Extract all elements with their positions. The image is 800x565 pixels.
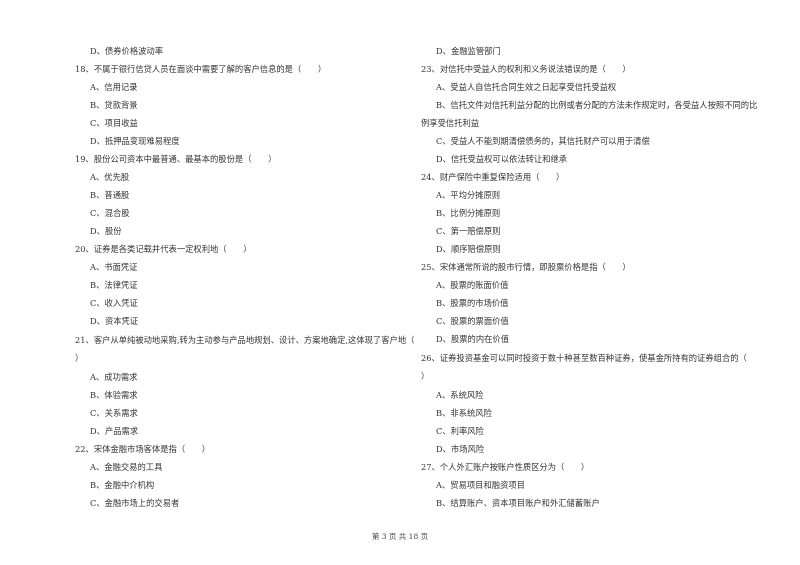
answer-option: A、平均分摊原则 — [436, 190, 501, 200]
answer-option: B、结算账户、资本项目账户和外汇储蓄账户 — [436, 498, 600, 508]
question-text: 27、个人外汇账户按账户性质区分为（ ） — [421, 462, 590, 472]
answer-option: C、混合股 — [90, 208, 130, 218]
answer-option: B、股票的市场价值 — [436, 298, 509, 308]
answer-option: B、非系统风险 — [436, 408, 492, 418]
answer-option: A、股票的账面价值 — [436, 280, 509, 290]
answer-option: B、信托文件对信托利益分配的比例或者分配的方法未作规定时，各受益人按照不同的比 — [436, 100, 758, 110]
answer-option: A、受益人自信托合同生效之日起享受信托受益权 — [436, 82, 617, 92]
question-text: 22、宋体金融市场客体是指（ ） — [75, 444, 211, 454]
answer-option: A、信用记录 — [90, 82, 138, 92]
answer-option: C、受益人不能到期清偿债务的，其信托财产可以用于清偿 — [436, 136, 650, 146]
answer-option: B、普通股 — [90, 190, 130, 200]
answer-option: D、抵押品变现难易程度 — [90, 136, 180, 146]
question-text: 26、证券投资基金可以同时投资于数十种甚至数百种证券，使基金所持有的证券组合的（ — [421, 353, 747, 363]
answer-option: B、贷款背景 — [90, 100, 138, 110]
answer-option: A、成功需求 — [90, 372, 138, 382]
answer-option: B、金融中介机构 — [90, 480, 155, 490]
answer-option: C、金融市场上的交易者 — [90, 498, 180, 508]
answer-option: D、产品需求 — [90, 426, 139, 436]
answer-option: D、顺序赔偿原则 — [436, 244, 501, 254]
question-text-continuation: 例享受信托利益 — [421, 118, 480, 128]
question-text: 18、不属于银行信贷人员在面谈中需要了解的客户信息的是（ ） — [75, 64, 327, 74]
answer-option: C、项目收益 — [90, 118, 138, 128]
question-text: 23、对信托中受益人的权利和义务说法错误的是（ ） — [421, 64, 631, 74]
question-text-continuation: ） — [421, 371, 430, 381]
answer-option: A、优先股 — [90, 172, 130, 182]
answer-option: D、资本凭证 — [90, 316, 139, 326]
answer-option: D、股票的内在价值 — [436, 334, 510, 344]
answer-option: A、系统风险 — [436, 390, 484, 400]
answer-option: A、金融交易的工具 — [90, 462, 163, 472]
question-text: 25、宋体通常所说的股市行情，即股票价格是指（ ） — [421, 262, 631, 272]
answer-option: D、金融监管部门 — [436, 46, 501, 56]
answer-option: D、股份 — [90, 226, 122, 236]
answer-option: C、关系需求 — [90, 408, 138, 418]
question-text: 21、客户从单纯被动地采购,转为主动参与产品地规划、设计、方案地确定,这体现了客… — [75, 335, 415, 345]
answer-option: C、股票的票面价值 — [436, 316, 509, 326]
answer-option: C、利率风险 — [436, 426, 484, 436]
question-text: 20、证券是各类记载并代表一定权利地（ ） — [75, 244, 252, 254]
answer-option: B、比例分摊原则 — [436, 208, 501, 218]
answer-option: A、书面凭证 — [90, 262, 138, 272]
answer-option: D、信托受益权可以依法转让和继承 — [436, 154, 568, 164]
answer-option: B、法律凭证 — [90, 280, 138, 290]
answer-option: D、市场风险 — [436, 444, 485, 454]
answer-option: A、贸易项目和融资项目 — [436, 480, 525, 490]
answer-option: C、第一赔偿原则 — [436, 226, 501, 236]
page-footer: 第 3 页 共 18 页 — [371, 532, 429, 541]
question-text: 19、股份公司资本中最普通、最基本的股份是（ ） — [75, 154, 277, 164]
question-text-continuation: ） — [75, 353, 84, 363]
answer-option: B、体验需求 — [90, 390, 138, 400]
answer-option: D、债券价格波动率 — [90, 46, 164, 56]
answer-option: C、收入凭证 — [90, 298, 138, 308]
question-text: 24、财产保险中重复保险适用（ ） — [421, 172, 565, 182]
